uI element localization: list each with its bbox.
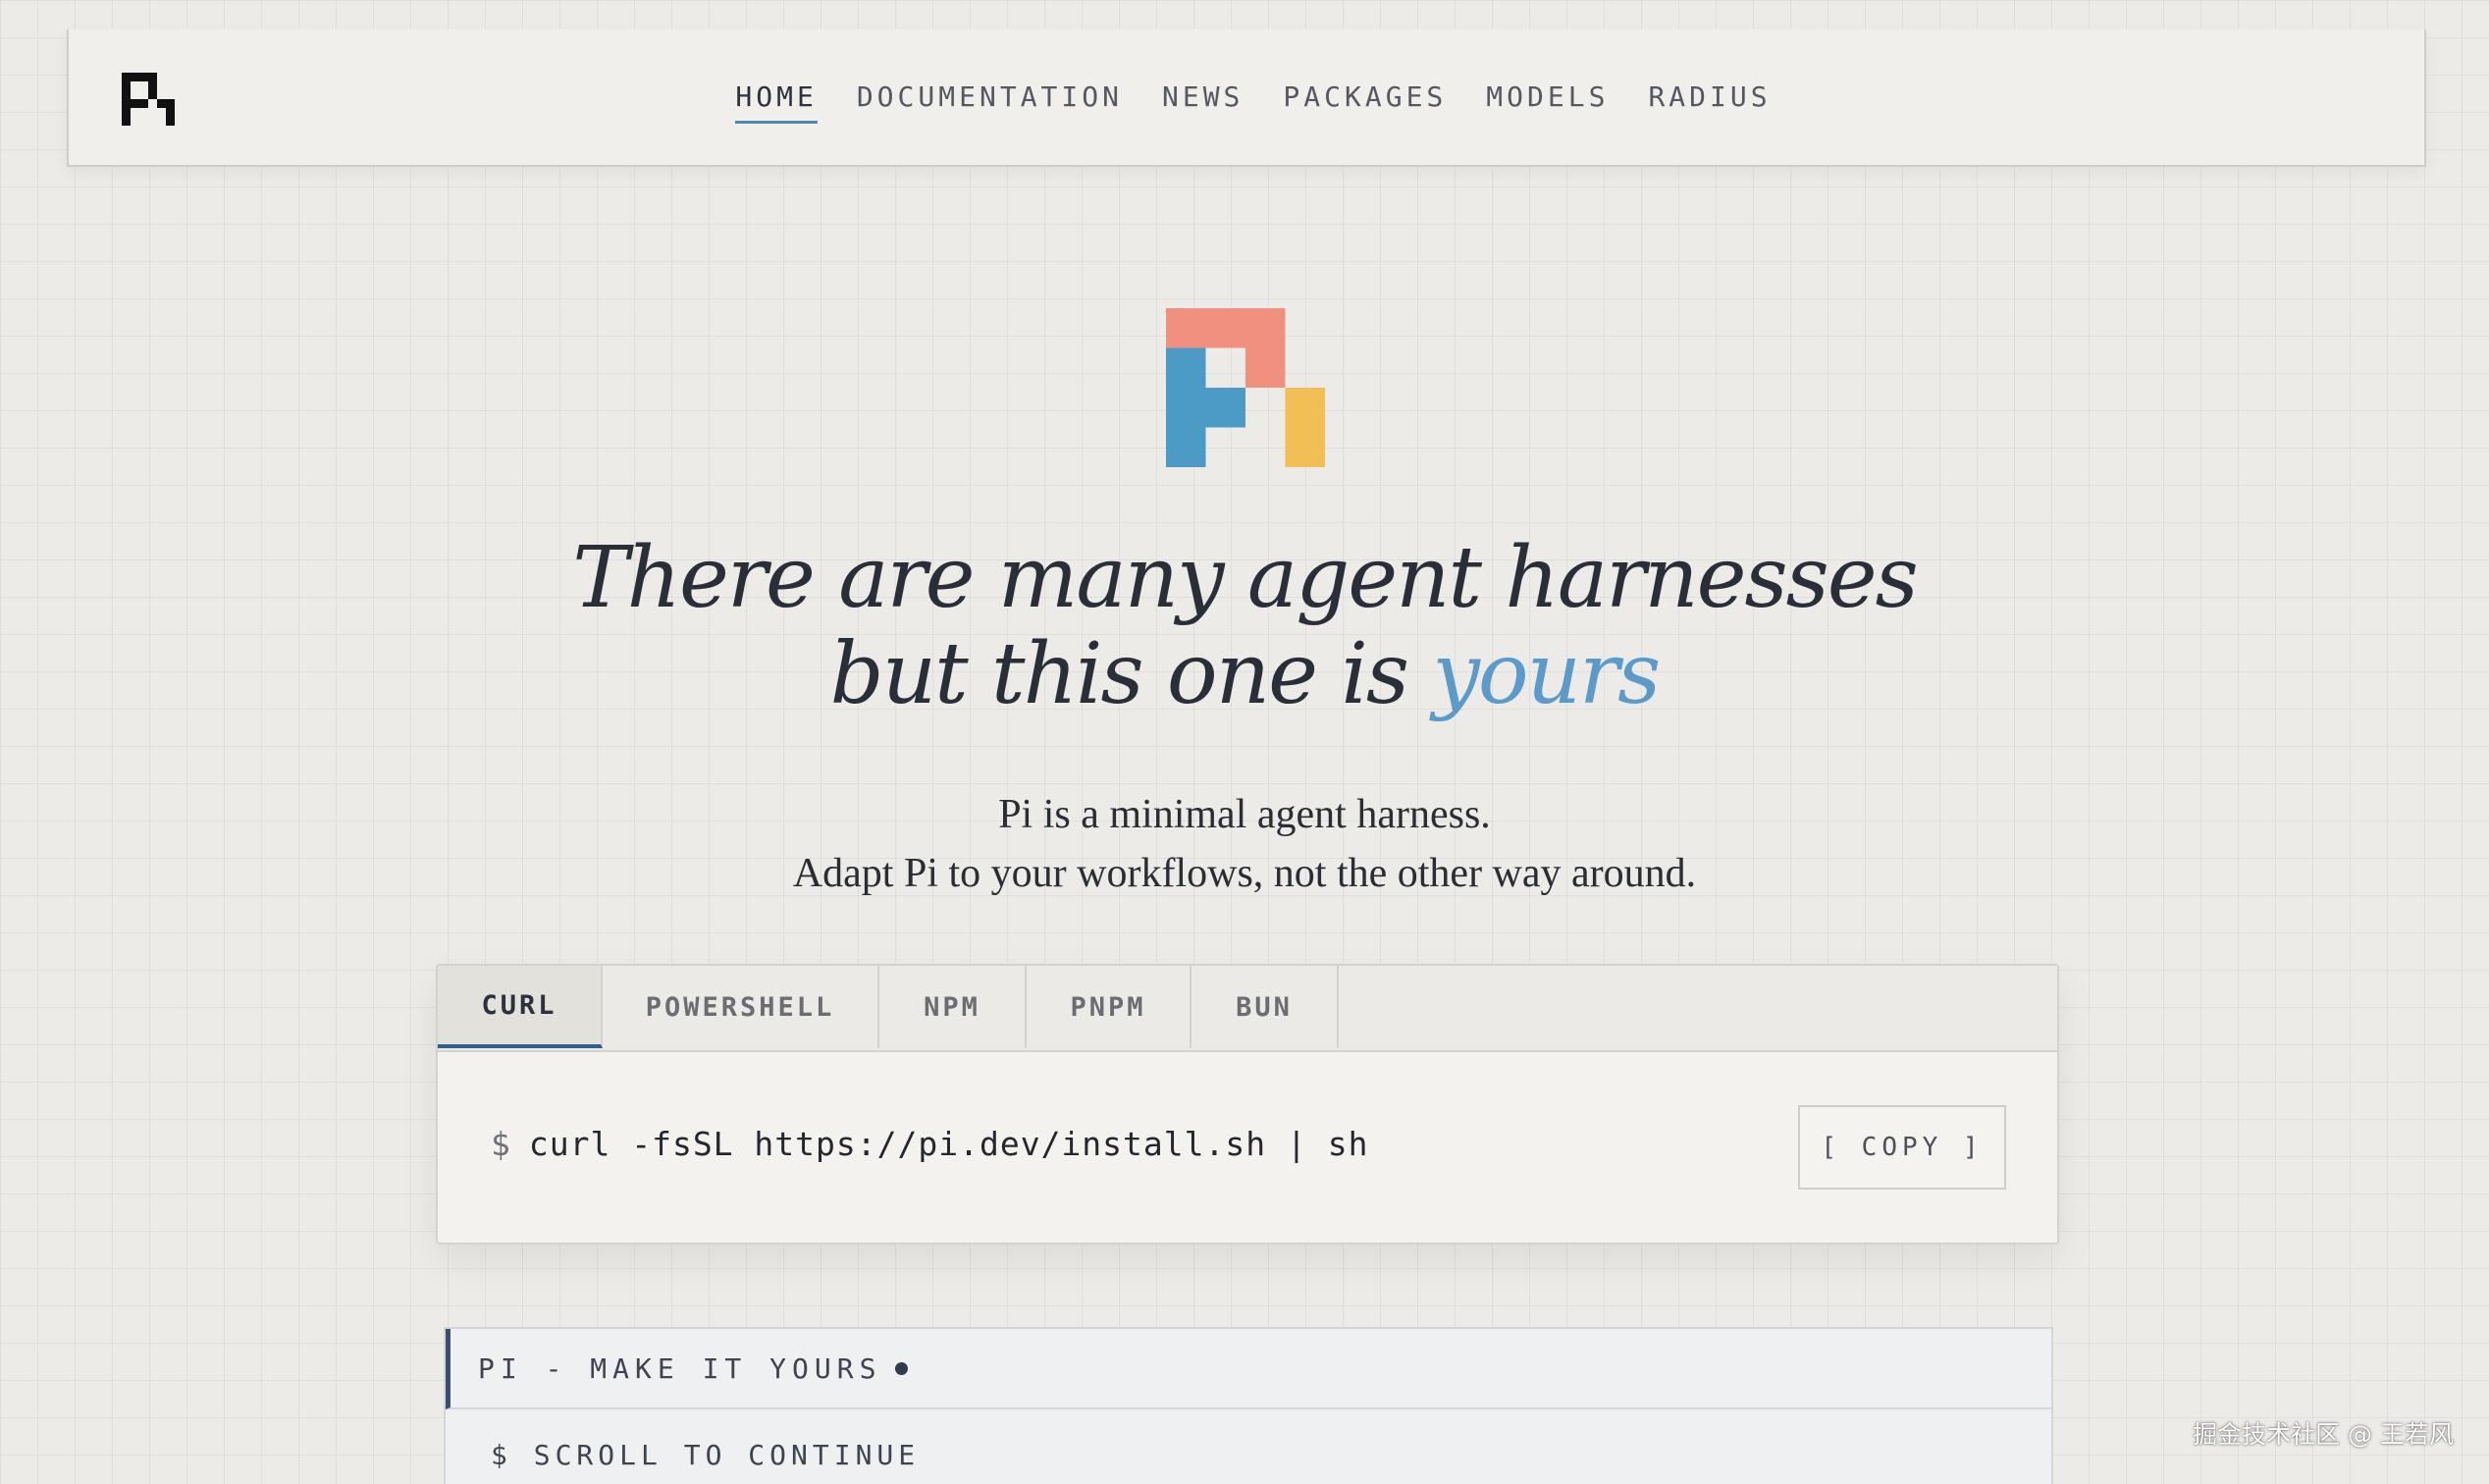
headline-line-1: There are many agent harnesses [572,529,1919,627]
copy-button[interactable]: [ COPY ] [1798,1105,2006,1190]
tab-pnpm[interactable]: PNPM [1027,966,1192,1048]
tab-bun[interactable]: BUN [1192,966,1339,1048]
status-dot-icon [895,1361,909,1375]
nav-link-news[interactable]: NEWS [1162,80,1244,124]
command-prompt: $ [491,1125,511,1163]
nav-link-models[interactable]: MODELS [1486,80,1609,124]
terminal-preview: PI - MAKE IT YOURS $ SCROLL TO CONTINUE [444,1327,2053,1484]
headline-accent-word: yours [1432,625,1661,723]
headline-line-2-prefix: but this one is [829,625,1409,723]
install-card: CURL POWERSHELL NPM PNPM BUN $ curl -fsSL… [436,964,2059,1245]
nav-link-home[interactable]: HOME [735,80,818,124]
hero-subtext: Pi is a minimal agent harness. Adapt Pi … [0,785,2489,903]
nav-links: HOME DOCUMENTATION NEWS PACKAGES MODELS … [69,80,2424,124]
headline-line-2: but this one is yours [0,626,2489,722]
hero-headline: There are many agent harnesses but this … [0,530,2489,722]
nav-link-radius[interactable]: RADIUS [1648,80,1771,124]
pi-color-logo-icon [1166,308,1325,467]
top-navbar: HOME DOCUMENTATION NEWS PACKAGES MODELS … [67,29,2426,167]
nav-link-documentation[interactable]: DOCUMENTATION [857,80,1123,124]
command-row: $ curl -fsSL https://pi.dev/install.sh | … [438,1052,2057,1243]
watermark: 掘金技术社区 @ 王若风 [2193,1420,2454,1449]
install-command[interactable]: $ curl -fsSL https://pi.dev/install.sh | … [491,1125,1368,1163]
tab-npm[interactable]: NPM [879,966,1027,1048]
command-text: curl -fsSL https://pi.dev/install.sh | s… [528,1125,1369,1163]
terminal-title: PI - MAKE IT YOURS [478,1352,882,1385]
terminal-body-text: $ SCROLL TO CONTINUE [491,1439,921,1471]
subtext-line-2: Adapt Pi to your workflows, not the othe… [792,851,1697,896]
terminal-header: PI - MAKE IT YOURS [446,1329,2051,1409]
tab-curl[interactable]: CURL [438,966,603,1048]
subtext-line-1: Pi is a minimal agent harness. [998,792,1491,837]
nav-link-packages[interactable]: PACKAGES [1283,80,1447,124]
install-tabs: CURL POWERSHELL NPM PNPM BUN [438,966,2057,1052]
tab-powershell[interactable]: POWERSHELL [603,966,879,1048]
